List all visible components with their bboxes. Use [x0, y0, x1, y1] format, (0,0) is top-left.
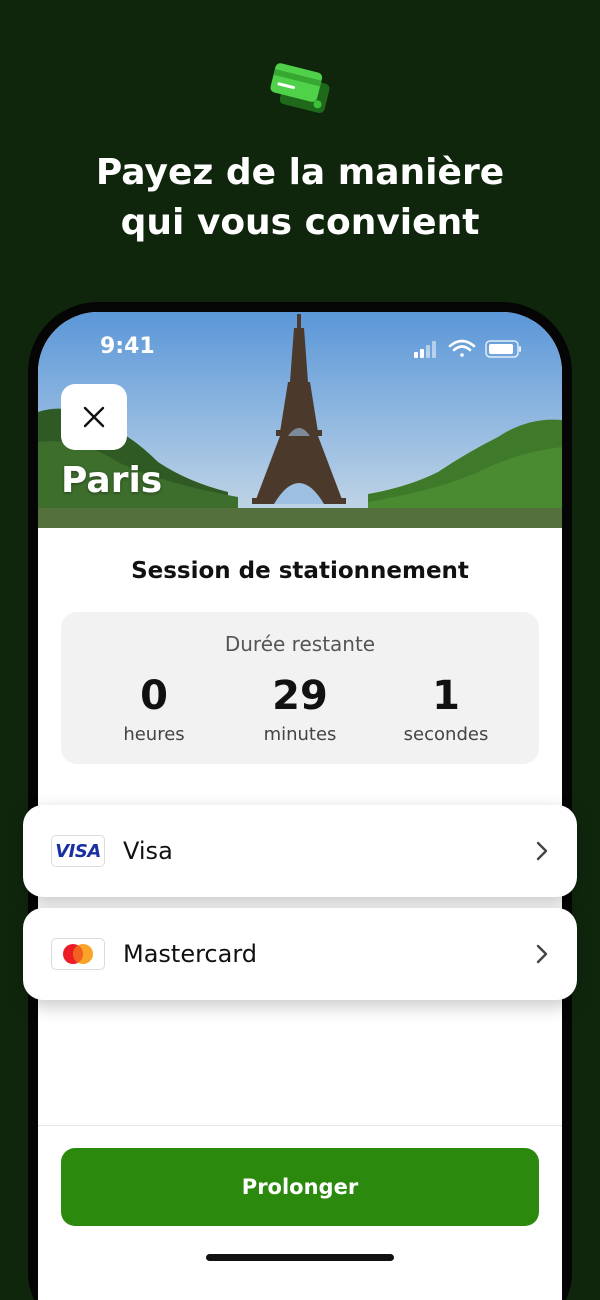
remaining-time-panel: Durée restante 0 heures 29 minutes 1 sec… [61, 612, 539, 764]
status-time: 9:41 [100, 334, 155, 359]
wifi-icon [448, 339, 476, 357]
extend-button[interactable]: Prolonger [61, 1148, 539, 1226]
hours-label: heures [123, 724, 185, 745]
visa-logo: VISA [51, 835, 105, 867]
seconds-value: 1 [432, 673, 460, 719]
close-button[interactable] [61, 384, 127, 450]
headline: Payez de la manière qui vous convient [0, 148, 600, 248]
timer-minutes: 29 minutes [227, 670, 373, 745]
chevron-right-icon [536, 944, 548, 964]
close-icon [83, 406, 105, 428]
seconds-label: secondes [403, 724, 489, 745]
status-icons [414, 338, 524, 360]
headline-line-2: qui vous convient [120, 202, 480, 243]
credit-card-icon [268, 60, 334, 124]
footer-divider [38, 1125, 562, 1126]
payment-option-mastercard[interactable]: Mastercard [23, 908, 577, 1000]
payment-option-visa[interactable]: VISA Visa [23, 805, 577, 897]
mastercard-logo [51, 938, 105, 970]
signal-icon [414, 341, 436, 358]
session-title: Session de stationnement [131, 558, 469, 584]
payment-option-label: Mastercard [123, 940, 258, 968]
timer-seconds: 1 secondes [373, 670, 519, 745]
battery-icon [485, 340, 521, 358]
minutes-label: minutes [263, 724, 337, 745]
minutes-value: 29 [272, 673, 328, 719]
timer-hours: 0 heures [81, 670, 227, 745]
chevron-right-icon [536, 841, 548, 861]
payment-option-label: Visa [123, 837, 173, 865]
visa-logo-text: VISA [55, 840, 101, 862]
hours-value: 0 [140, 673, 168, 719]
city-title: Paris [61, 460, 163, 501]
headline-line-1: Payez de la manière [95, 152, 505, 193]
timer-label: Durée restante [224, 632, 376, 656]
home-indicator [206, 1254, 394, 1261]
